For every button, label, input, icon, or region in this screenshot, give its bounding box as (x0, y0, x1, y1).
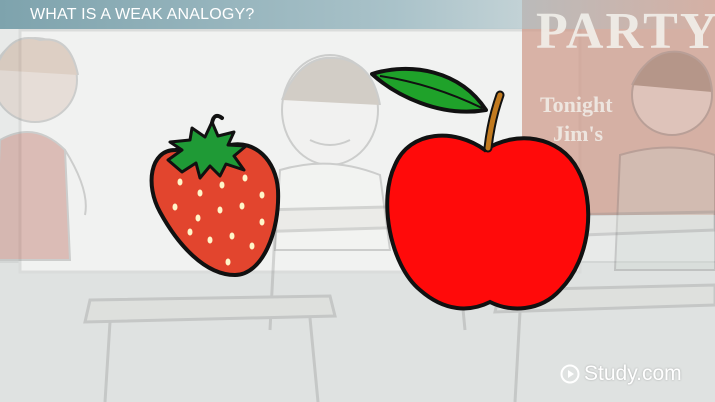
watermark-brand: Study.com (584, 362, 682, 385)
poster-line-1: Tonight (540, 92, 613, 117)
study-watermark: Study.com (560, 362, 682, 386)
play-circle-icon (560, 364, 580, 384)
slide-title: WHAT IS A WEAK ANALOGY? (30, 6, 255, 23)
poster-line-2: Jim's (553, 121, 604, 146)
poster-headline: PARTY (536, 3, 715, 60)
